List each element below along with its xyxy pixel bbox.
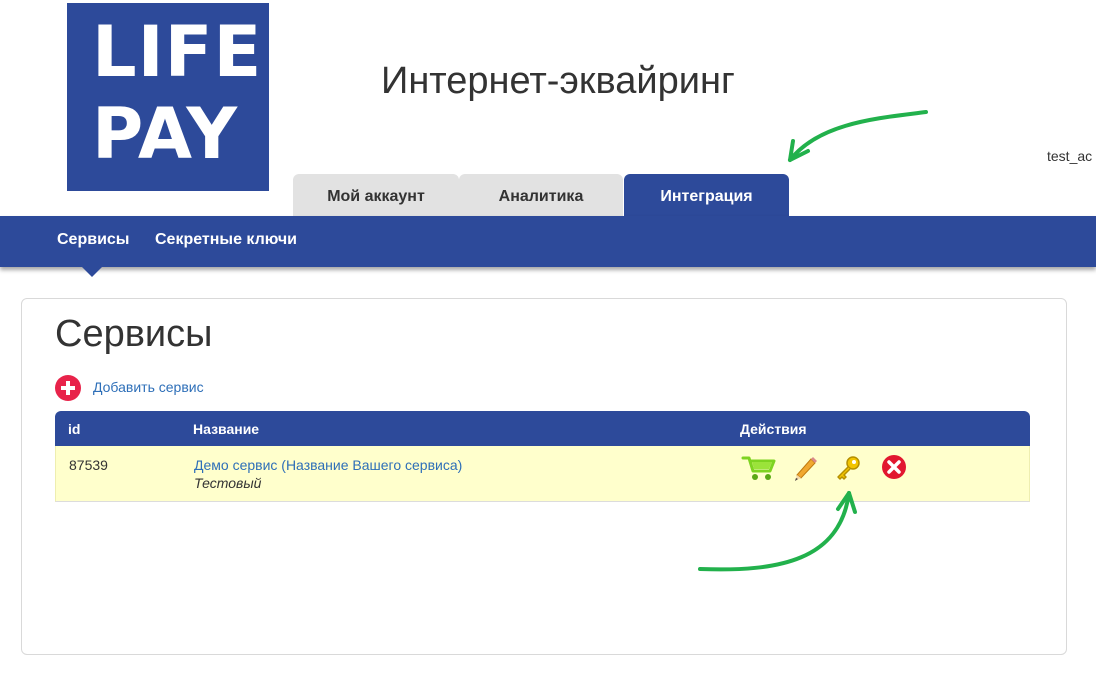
user-label[interactable]: test_ac: [1047, 148, 1092, 164]
pencil-icon[interactable]: [791, 454, 819, 482]
service-id: 87539: [69, 457, 108, 473]
logo-line-2: PAY: [92, 93, 239, 175]
service-type: Тестовый: [194, 475, 262, 491]
tab-my-account[interactable]: Мой аккаунт: [293, 174, 459, 216]
add-service-link[interactable]: Добавить сервис: [93, 379, 204, 395]
lifepay-logo: LIFE PAY: [67, 3, 269, 191]
annotation-arrow-tab: [788, 110, 928, 162]
tab-analytics[interactable]: Аналитика: [459, 174, 623, 216]
service-name-link[interactable]: Демо сервис (Название Вашего сервиса): [194, 457, 462, 473]
subnav-item-services[interactable]: Сервисы: [57, 231, 129, 249]
delete-icon[interactable]: [880, 454, 908, 482]
column-header-actions: Действия: [740, 421, 807, 437]
plus-circle-icon[interactable]: [55, 375, 81, 401]
logo-line-1: LIFE: [92, 11, 263, 93]
active-nav-pointer: [82, 267, 102, 277]
panel-title: Сервисы: [55, 313, 213, 355]
key-icon[interactable]: [834, 454, 862, 482]
services-panel: Сервисы Добавить сервис id Название Дейс…: [21, 298, 1067, 655]
cart-icon[interactable]: [741, 454, 777, 482]
column-header-id: id: [68, 421, 81, 437]
tab-integration[interactable]: Интеграция: [624, 174, 789, 216]
subnav-item-secret-keys[interactable]: Секретные ключи: [155, 231, 297, 249]
service-name-cell: Демо сервис (Название Вашего сервиса) Те…: [194, 457, 462, 491]
table-header: id Название Действия: [55, 411, 1030, 446]
services-table: id Название Действия 87539 Демо сервис (…: [55, 411, 1030, 502]
page-heading: Интернет-эквайринг: [381, 60, 735, 102]
table-row: 87539 Демо сервис (Название Вашего серви…: [55, 446, 1030, 502]
column-header-name: Название: [193, 421, 260, 437]
sub-navigation: Сервисы Секретные ключи: [0, 216, 1096, 277]
